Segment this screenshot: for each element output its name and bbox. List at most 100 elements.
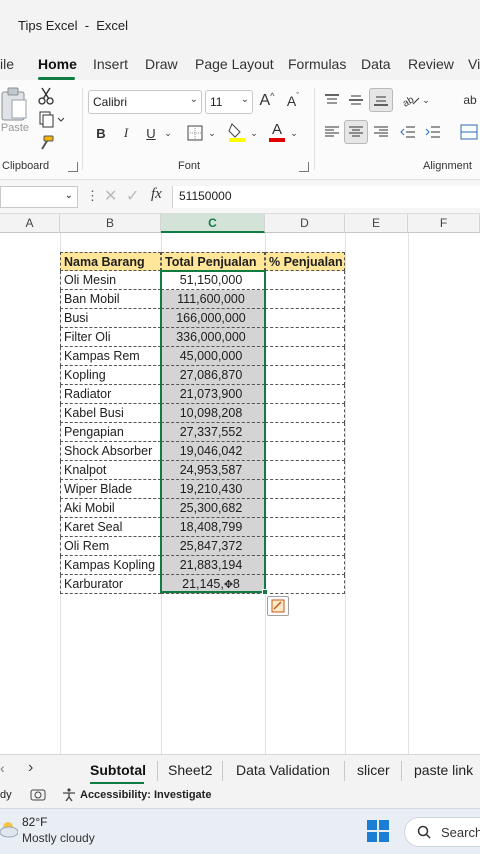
formula-input[interactable]: 51150000	[172, 186, 480, 208]
align-right-icon[interactable]	[371, 122, 391, 142]
tab-page-layout[interactable]: Page Layout	[195, 56, 274, 72]
persen-penjualan-cell[interactable]	[265, 366, 345, 385]
wrap-text-icon[interactable]: ab	[460, 90, 480, 110]
align-middle-icon[interactable]	[346, 90, 366, 110]
cancel-icon[interactable]: ✕	[104, 186, 117, 206]
persen-penjualan-cell[interactable]	[265, 347, 345, 366]
persen-penjualan-cell[interactable]	[265, 271, 345, 290]
column-header-a[interactable]: A	[0, 214, 60, 233]
paste-label[interactable]: Paste	[0, 121, 30, 135]
enter-icon[interactable]: ✓	[126, 186, 139, 206]
persen-penjualan-cell[interactable]	[265, 309, 345, 328]
align-top-icon[interactable]	[322, 90, 342, 110]
nama-barang-cell[interactable]: Kampas Kopling	[60, 556, 161, 575]
format-painter-icon[interactable]	[36, 133, 56, 153]
tab-data[interactable]: Data	[361, 56, 391, 72]
font-name-dropdown[interactable]: Calibri ⌄	[88, 90, 202, 114]
nama-barang-cell[interactable]: Busi	[60, 309, 161, 328]
tab-draw[interactable]: Draw	[145, 56, 178, 72]
nama-barang-cell[interactable]: Oli Rem	[60, 537, 161, 556]
shrink-font-icon[interactable]: Aˇ	[283, 90, 303, 112]
chevron-down-icon[interactable]: ⌄	[206, 126, 218, 140]
paste-icon[interactable]	[0, 86, 30, 126]
bold-button[interactable]: B	[92, 122, 110, 144]
persen-penjualan-cell[interactable]	[265, 385, 345, 404]
nama-barang-cell[interactable]: Pengapian	[60, 423, 161, 442]
name-box[interactable]: ⌄	[0, 186, 78, 208]
persen-penjualan-cell[interactable]	[265, 290, 345, 309]
persen-penjualan-cell[interactable]	[265, 404, 345, 423]
tab-review[interactable]: Review	[408, 56, 454, 72]
more-options-icon[interactable]: ⋮	[86, 188, 99, 204]
italic-button[interactable]: I	[117, 122, 135, 144]
macro-record-icon[interactable]	[30, 788, 46, 805]
sheet-tab-paste-link[interactable]: paste link	[414, 762, 473, 778]
decrease-indent-icon[interactable]	[398, 122, 418, 142]
tab-file[interactable]: ile	[0, 56, 14, 72]
align-left-icon[interactable]	[322, 122, 342, 142]
nama-barang-cell[interactable]: Filter Oli	[60, 328, 161, 347]
font-size-dropdown[interactable]: 11 ⌄	[205, 90, 253, 114]
column-header-f[interactable]: F	[408, 214, 480, 233]
persen-penjualan-cell[interactable]	[265, 328, 345, 347]
nama-barang-cell[interactable]: Knalpot	[60, 461, 161, 480]
increase-indent-icon[interactable]	[423, 122, 443, 142]
fill-handle[interactable]	[262, 589, 268, 595]
column-header-e[interactable]: E	[345, 214, 408, 233]
windows-start-icon[interactable]	[366, 819, 390, 848]
chevron-down-icon[interactable]: ⌄	[421, 94, 431, 106]
persen-penjualan-cell[interactable]	[265, 442, 345, 461]
align-center-icon[interactable]	[344, 120, 368, 144]
persen-penjualan-cell[interactable]	[265, 499, 345, 518]
insert-function-icon[interactable]: fx	[151, 186, 162, 203]
persen-penjualan-cell[interactable]	[265, 518, 345, 537]
header-nama-barang[interactable]: Nama Barang	[60, 252, 161, 271]
persen-penjualan-cell[interactable]	[265, 556, 345, 575]
persen-penjualan-cell[interactable]	[265, 537, 345, 556]
cloud-icon[interactable]	[0, 819, 19, 844]
sheet-tab-slicer[interactable]: slicer	[357, 762, 390, 778]
nama-barang-cell[interactable]: Oli Mesin	[60, 271, 161, 290]
nama-barang-cell[interactable]: Kabel Busi	[60, 404, 161, 423]
persen-penjualan-cell[interactable]	[265, 461, 345, 480]
grow-font-icon[interactable]: A ^	[257, 90, 277, 112]
scroll-left-icon[interactable]: ‹	[0, 760, 5, 776]
taskbar-search-box[interactable]: Search	[404, 817, 480, 847]
header-persen-penjualan[interactable]: % Penjualan	[265, 252, 345, 271]
column-header-b[interactable]: B	[60, 214, 161, 233]
tab-view[interactable]: Vi	[468, 56, 480, 72]
tab-home[interactable]: Home	[38, 56, 77, 72]
column-header-d[interactable]: D	[265, 214, 345, 233]
column-header-c[interactable]: C	[161, 214, 265, 233]
nama-barang-cell[interactable]: Shock Absorber	[60, 442, 161, 461]
nama-barang-cell[interactable]: Ban Mobil	[60, 290, 161, 309]
fill-color-icon[interactable]	[226, 120, 248, 144]
persen-penjualan-cell[interactable]	[265, 575, 345, 594]
chevron-down-icon[interactable]: ⌄	[288, 126, 300, 140]
nama-barang-cell[interactable]: Kopling	[60, 366, 161, 385]
nama-barang-cell[interactable]: Radiator	[60, 385, 161, 404]
persen-penjualan-cell[interactable]	[265, 480, 345, 499]
chevron-down-icon[interactable]: ⌄	[248, 126, 260, 140]
tab-insert[interactable]: Insert	[93, 56, 128, 72]
worksheet-grid[interactable]: A B C D E F Nama Barang Total Penjualan …	[0, 214, 480, 754]
nama-barang-cell[interactable]: Aki Mobil	[60, 499, 161, 518]
chevron-down-icon[interactable]: ⌄	[162, 126, 174, 140]
clipboard-launcher-icon[interactable]	[68, 162, 78, 172]
font-launcher-icon[interactable]	[299, 162, 309, 172]
nama-barang-cell[interactable]: Kampas Rem	[60, 347, 161, 366]
weather-condition[interactable]: Mostly cloudy	[22, 831, 95, 845]
accessibility-status[interactable]: Accessibility: Investigate	[80, 789, 211, 801]
quick-analysis-icon[interactable]	[267, 596, 289, 616]
copy-icon[interactable]	[36, 109, 66, 129]
nama-barang-cell[interactable]: Karet Seal	[60, 518, 161, 537]
font-color-icon[interactable]: A	[266, 120, 288, 144]
nama-barang-cell[interactable]: Karburator	[60, 575, 161, 594]
accessibility-icon[interactable]	[62, 788, 76, 805]
weather-temperature[interactable]: 82°F	[22, 815, 47, 829]
tab-formulas[interactable]: Formulas	[288, 56, 346, 72]
cut-icon[interactable]	[36, 86, 56, 106]
header-total-penjualan[interactable]: Total Penjualan	[161, 252, 265, 271]
scroll-right-icon[interactable]: ›	[28, 759, 33, 777]
borders-icon[interactable]	[184, 122, 206, 144]
